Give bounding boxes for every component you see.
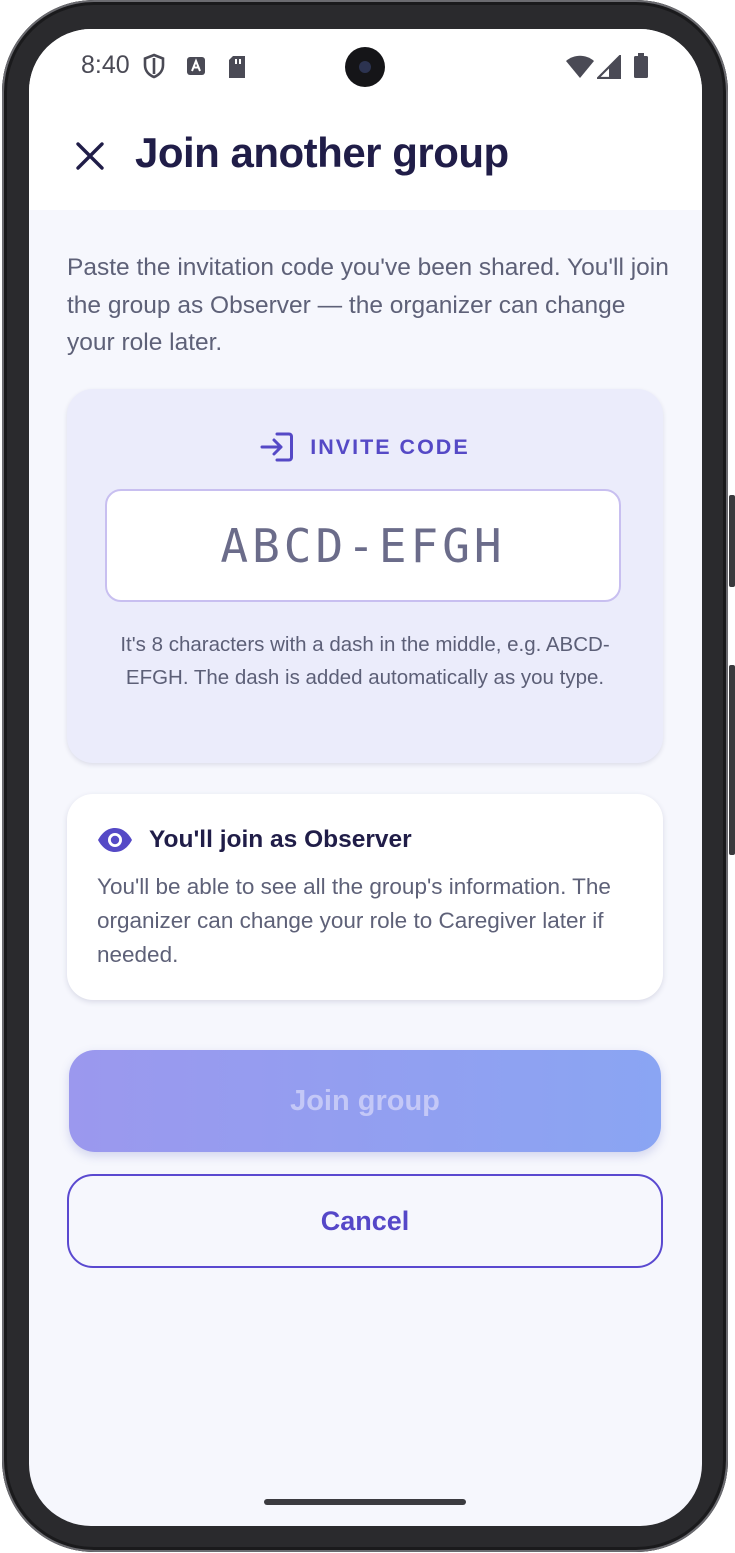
invite-code-help-text: It's 8 characters with a dash in the mid…	[120, 633, 610, 689]
home-indicator[interactable]	[264, 1499, 466, 1505]
wifi-icon	[566, 55, 594, 78]
signal-icon	[597, 55, 621, 79]
invite-code-label: INVITE CODE	[310, 434, 470, 459]
a-badge-icon	[187, 57, 205, 75]
cancel-button[interactable]: Cancel	[67, 1174, 663, 1268]
role-info-title: You'll join as Observer	[149, 826, 412, 853]
role-info-card: You'll join as Observer You'll be able t…	[67, 794, 663, 1000]
screen: 8:40 Join another group Paste the invita…	[29, 29, 702, 1526]
invite-code-card: INVITE CODE It's 8 characters with a das…	[67, 389, 663, 763]
close-button[interactable]	[67, 133, 113, 179]
volume-button	[729, 665, 735, 855]
sd-card-icon	[229, 56, 245, 78]
page-title: Join another group	[135, 129, 509, 176]
eye-icon	[98, 828, 132, 852]
front-camera	[345, 47, 385, 87]
intro-text: Paste the invitation code you've been sh…	[67, 254, 669, 356]
invite-code-input[interactable]	[105, 489, 621, 602]
role-info-body: You'll be able to see all the group's in…	[97, 874, 611, 967]
battery-icon	[634, 53, 648, 78]
invite-code-label-row: INVITE CODE	[67, 429, 663, 465]
join-group-button[interactable]: Join group	[69, 1050, 661, 1152]
status-time: 8:40	[81, 51, 130, 79]
role-info-header: You'll join as Observer	[97, 826, 412, 854]
login-arrow-icon	[260, 432, 294, 462]
app-bar: Join another group	[29, 107, 702, 210]
shield-icon	[143, 53, 165, 79]
close-icon	[76, 142, 104, 170]
status-bar: 8:40	[29, 29, 702, 107]
power-button	[729, 495, 735, 587]
